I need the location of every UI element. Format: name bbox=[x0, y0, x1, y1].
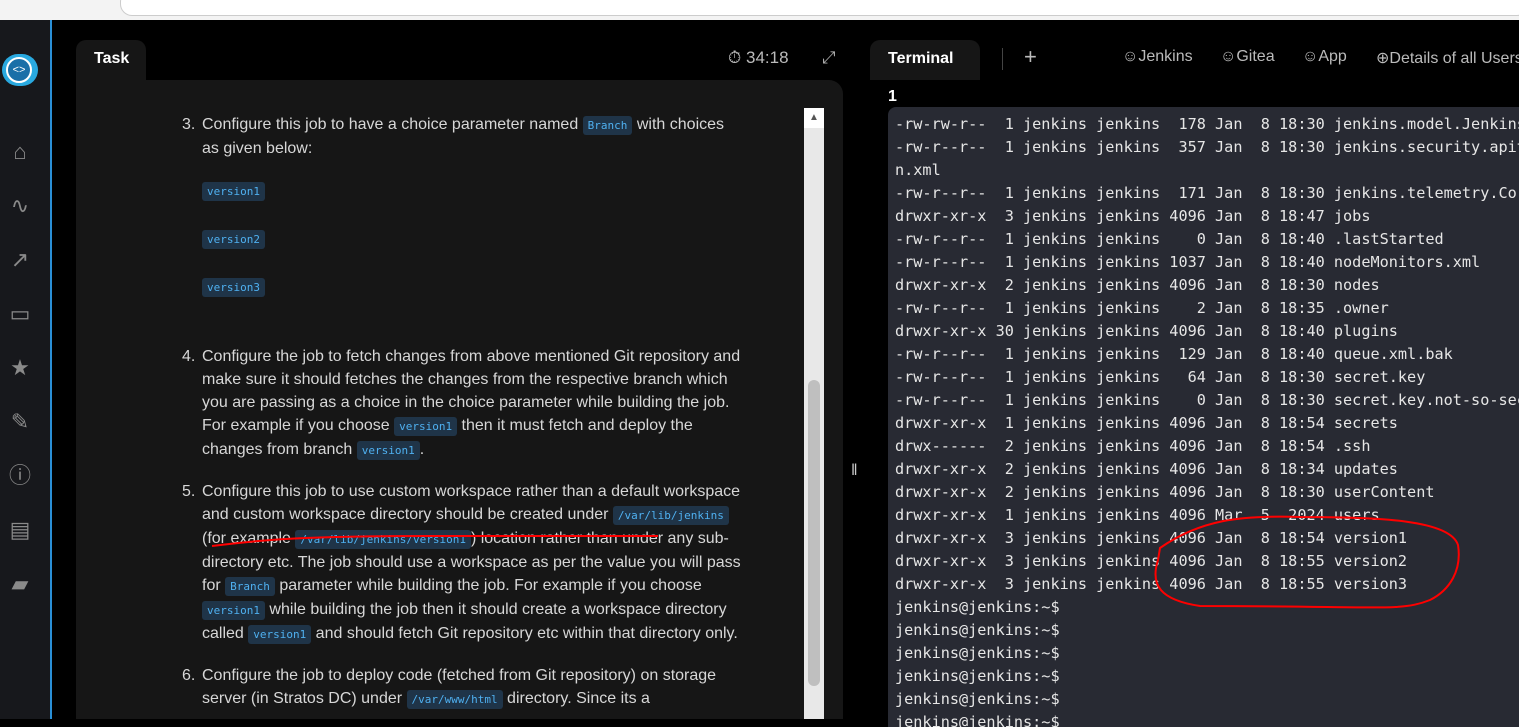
text: and should fetch Git repository etc with… bbox=[311, 625, 738, 642]
sidebar: <> ⌂ ∿ ↗ ▭ ★ ✎ ⓘ ▤ ▰ bbox=[0, 20, 52, 719]
task-instructions: 3. Configure this job to have a choice p… bbox=[182, 113, 742, 719]
code: Branch bbox=[225, 577, 275, 596]
link-label: Jenkins bbox=[1138, 48, 1193, 65]
terminal-line: drwxr-xr-x 2 jenkins jenkins 4096 Jan 8 … bbox=[895, 483, 1435, 501]
text: directory. Since its a bbox=[502, 690, 650, 707]
roadmap-icon[interactable]: ∿ bbox=[6, 192, 34, 220]
text: . bbox=[419, 441, 425, 458]
text: (for example bbox=[202, 530, 296, 547]
item-number: 6. bbox=[182, 667, 196, 684]
stopwatch-icon: ⏱ bbox=[728, 48, 742, 67]
terminal-line: -rw-r--r-- 1 jenkins jenkins 64 Jan 8 18… bbox=[895, 368, 1426, 386]
terminal-line: -rw-rw-r-- 1 jenkins jenkins 178 Jan 8 1… bbox=[895, 115, 1519, 133]
code: /var/www/html bbox=[406, 690, 503, 709]
terminal-line: drwxr-xr-x 2 jenkins jenkins 4096 Jan 8 … bbox=[895, 460, 1398, 478]
feedback-icon[interactable]: ✎ bbox=[6, 408, 34, 436]
choice-code: version2 bbox=[202, 230, 265, 249]
terminal-line: drwxr-xr-x 3 jenkins jenkins 4096 Jan 8 … bbox=[895, 552, 1408, 570]
code: version1 bbox=[202, 601, 265, 620]
link-icon: ☺ bbox=[1220, 48, 1237, 65]
timer-value: 34:18 bbox=[746, 48, 789, 67]
link-app[interactable]: ☺App bbox=[1302, 48, 1347, 66]
terminal-line: jenkins@jenkins:~$ bbox=[895, 713, 1060, 727]
choice-code: version1 bbox=[202, 182, 265, 201]
terminal-line: n.xml bbox=[895, 161, 941, 179]
task-scrollbar[interactable]: ▲ bbox=[804, 108, 824, 719]
link-label: Details of all Users bbox=[1389, 50, 1519, 67]
browser-address-bar bbox=[0, 0, 1519, 20]
link-icon: ☺ bbox=[1302, 48, 1319, 65]
link-label: Gitea bbox=[1236, 48, 1275, 65]
home-icon[interactable]: ⌂ bbox=[6, 138, 34, 166]
code: version1 bbox=[394, 417, 458, 436]
terminal-line: -rw-r--r-- 1 jenkins jenkins 2 Jan 8 18:… bbox=[895, 299, 1389, 317]
timer: ⏱ 34:18 bbox=[728, 48, 789, 68]
terminal-line: drwxr-xr-x 1 jenkins jenkins 4096 Jan 8 … bbox=[895, 414, 1398, 432]
terminal-line: -rw-r--r-- 1 jenkins jenkins 0 Jan 8 18:… bbox=[895, 230, 1444, 248]
terminal-line: -rw-r--r-- 1 jenkins jenkins 0 Jan 8 18:… bbox=[895, 391, 1519, 409]
item-number: 4. bbox=[182, 348, 196, 365]
app-logo[interactable]: <> bbox=[2, 54, 38, 86]
progress-chart-icon[interactable]: ↗ bbox=[6, 246, 34, 274]
text: parameter while building the job. For ex… bbox=[274, 577, 702, 594]
terminal-line: drwxr-xr-x 3 jenkins jenkins 4096 Jan 8 … bbox=[895, 207, 1371, 225]
terminal-line: -rw-r--r-- 1 jenkins jenkins 357 Jan 8 1… bbox=[895, 138, 1519, 156]
code: version1 bbox=[356, 441, 420, 460]
link-icon: ☺ bbox=[1122, 48, 1139, 65]
code: Branch bbox=[582, 116, 633, 135]
terminal-line: jenkins@jenkins:~$ bbox=[895, 621, 1060, 639]
terminal-line: drwxr-xr-x 3 jenkins jenkins 4096 Jan 8 … bbox=[895, 575, 1408, 593]
terminal-line: drwxr-xr-x 30 jenkins jenkins 4096 Jan 8… bbox=[895, 322, 1398, 340]
terminal-line: jenkins@jenkins:~$ bbox=[895, 690, 1060, 708]
tab-task[interactable]: Task bbox=[76, 40, 146, 80]
resize-handle[interactable]: ‖ bbox=[851, 462, 858, 480]
terminal-output[interactable]: -rw-rw-r-- 1 jenkins jenkins 178 Jan 8 1… bbox=[888, 107, 1519, 727]
terminal-line: drwxr-xr-x 1 jenkins jenkins 4096 Mar 5 … bbox=[895, 506, 1380, 524]
url-input[interactable] bbox=[120, 0, 1519, 16]
info-icon[interactable]: ⓘ bbox=[6, 462, 34, 490]
code: version1 bbox=[248, 625, 312, 644]
terminal-line: drwx------ 2 jenkins jenkins 4096 Jan 8 … bbox=[895, 437, 1371, 455]
list-item: 6. Configure the job to deploy code (fet… bbox=[182, 664, 742, 711]
item-number: 5. bbox=[182, 483, 196, 500]
terminal-line: jenkins@jenkins:~$ bbox=[895, 644, 1060, 662]
terminal-line: drwxr-xr-x 2 jenkins jenkins 4096 Jan 8 … bbox=[895, 276, 1380, 294]
link-gitea[interactable]: ☺Gitea bbox=[1220, 48, 1275, 66]
docs-book-icon[interactable]: ▤ bbox=[6, 516, 34, 544]
terminal-line: -rw-r--r-- 1 jenkins jenkins 129 Jan 8 1… bbox=[895, 345, 1453, 363]
list-item: 5. Configure this job to use custom work… bbox=[182, 480, 742, 646]
link-label: App bbox=[1318, 48, 1347, 65]
link-jenkins[interactable]: ☺Jenkins bbox=[1122, 48, 1193, 66]
globe-icon: ⊕ bbox=[1376, 50, 1390, 67]
terminal-line: jenkins@jenkins:~$ bbox=[895, 667, 1060, 685]
scrollbar-thumb[interactable] bbox=[808, 380, 820, 686]
divider bbox=[1002, 48, 1003, 70]
choice-code: version3 bbox=[202, 278, 265, 297]
task-panel: 3. Configure this job to have a choice p… bbox=[76, 80, 843, 719]
expand-icon[interactable]: ⤢ bbox=[822, 48, 836, 68]
terminal-line: -rw-r--r-- 1 jenkins jenkins 1037 Jan 8 … bbox=[895, 253, 1481, 271]
calendar-icon[interactable]: ▭ bbox=[6, 300, 34, 328]
item-number: 3. bbox=[182, 116, 196, 133]
scroll-up-icon[interactable]: ▲ bbox=[804, 108, 824, 128]
leaderboard-icon[interactable]: ★ bbox=[6, 354, 34, 382]
text: Configure this job to have a choice para… bbox=[202, 116, 583, 133]
list-item: 3. Configure this job to have a choice p… bbox=[182, 113, 742, 323]
code: /var/lib/jenkins bbox=[612, 506, 729, 525]
list-item: 4. Configure the job to fetch changes fr… bbox=[182, 345, 742, 462]
terminal-line: -rw-r--r-- 1 jenkins jenkins 171 Jan 8 1… bbox=[895, 184, 1519, 202]
terminal-line: jenkins@jenkins:~$ bbox=[895, 598, 1060, 616]
link-details-users[interactable]: ⊕Details of all Users bbox=[1376, 48, 1519, 68]
chat-icon[interactable]: ▰ bbox=[6, 570, 34, 598]
add-terminal-button[interactable]: + bbox=[1024, 44, 1037, 70]
code-icon: <> bbox=[6, 57, 32, 83]
code: /var/lib/jenkins/version1 bbox=[295, 530, 471, 549]
terminal-line: drwxr-xr-x 3 jenkins jenkins 4096 Jan 8 … bbox=[895, 529, 1408, 547]
tab-terminal-1[interactable]: Terminal 1 bbox=[870, 40, 980, 105]
